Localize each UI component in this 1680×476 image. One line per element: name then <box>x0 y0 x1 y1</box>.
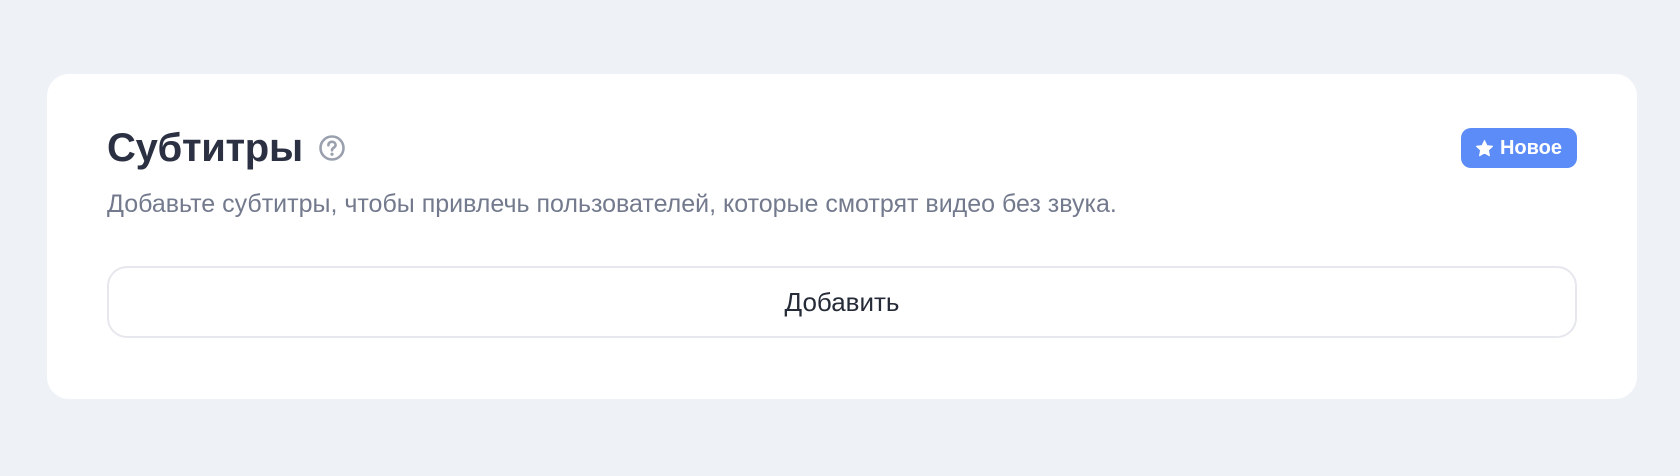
title-group: Субтитры <box>107 124 346 172</box>
card-title: Субтитры <box>107 126 303 170</box>
badge-label: Новое <box>1499 136 1562 159</box>
new-badge: Новое <box>1460 128 1577 168</box>
star-icon <box>1475 139 1494 158</box>
question-circle-icon[interactable] <box>318 134 346 162</box>
subtitles-card: Субтитры Новое Добавьте субтитры, чтобы … <box>47 74 1637 399</box>
add-subtitles-button[interactable]: Добавить <box>107 266 1577 338</box>
card-header: Субтитры Новое <box>107 124 1577 172</box>
card-description: Добавьте субтитры, чтобы привлечь пользо… <box>107 190 1117 218</box>
